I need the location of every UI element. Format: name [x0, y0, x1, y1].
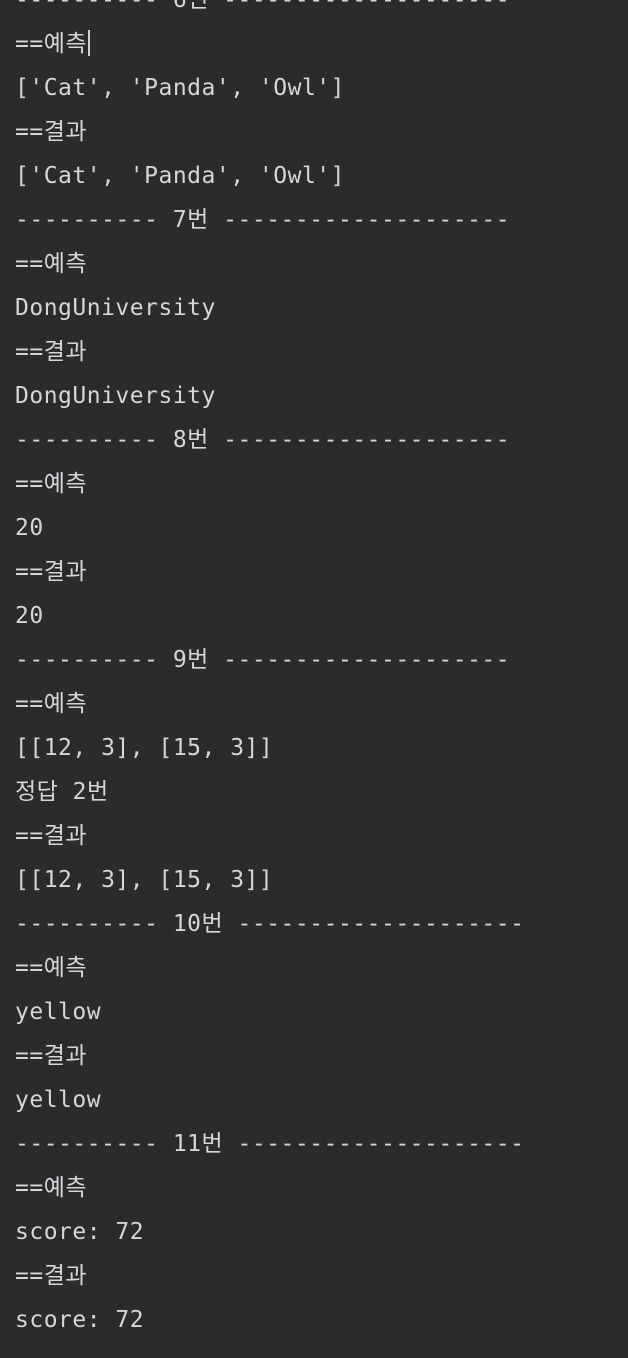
answer-note: 정답 2번 [15, 779, 109, 805]
section-separator-11: ---------- 11번 -------------------- [15, 1131, 525, 1157]
prediction-label: ==예측 [15, 29, 615, 73]
prediction-value: [[12, 3], [15, 3]] [15, 735, 274, 761]
section-separator-8: ---------- 8번 -------------------- [15, 427, 511, 453]
prediction-value: 20 [15, 515, 44, 541]
result-label: ==결과 [15, 559, 88, 585]
text-cursor [88, 30, 91, 56]
result-value: DongUniversity [15, 383, 216, 409]
section-separator-9: ---------- 9번 -------------------- [15, 647, 511, 673]
prediction-label: ==예측 [15, 471, 88, 497]
result-label: ==결과 [15, 1043, 88, 1069]
prediction-value: DongUniversity [15, 295, 216, 321]
result-value: [[12, 3], [15, 3]] [15, 867, 274, 893]
prediction-label: ==예측 [15, 1175, 88, 1201]
result-label: ==결과 [15, 823, 88, 849]
section-separator-7: ---------- 7번 -------------------- [15, 207, 511, 233]
section-separator-10: ---------- 10번 -------------------- [15, 911, 525, 937]
result-label: ==결과 [15, 1263, 88, 1289]
prediction-label-text: ==예측 [15, 31, 88, 57]
result-label: ==결과 [15, 119, 88, 145]
prediction-value: ['Cat', 'Panda', 'Owl'] [15, 75, 345, 101]
prediction-label: ==예측 [15, 691, 88, 717]
prediction-value: yellow [15, 999, 102, 1025]
result-value: score: 72 [15, 1307, 145, 1333]
prediction-label: ==예측 [15, 251, 88, 277]
result-value: yellow [15, 1087, 102, 1113]
prediction-value: score: 72 [15, 1219, 145, 1245]
result-label: ==결과 [15, 339, 88, 365]
section-separator-6: ---------- 6번 -------------------- [15, 0, 511, 13]
console-text-area[interactable]: ---------- 6번 -------------------- ==예측 … [15, 0, 615, 1349]
console-output-panel[interactable]: { "console": { "lines": [ "---------- 6번… [0, 0, 628, 1358]
prediction-label: ==예측 [15, 955, 88, 981]
result-value: ['Cat', 'Panda', 'Owl'] [15, 163, 345, 189]
result-value: 20 [15, 603, 44, 629]
